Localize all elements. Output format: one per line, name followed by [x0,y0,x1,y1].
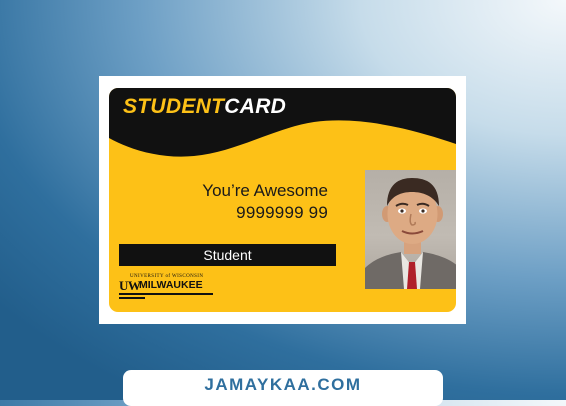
logo-rule-top [119,293,213,295]
portrait-photo-icon [365,170,456,289]
card-title: STUDENTCARD [123,95,286,119]
student-card: STUDENTCARD You’re Awesome 9999999 99 St… [109,88,456,312]
uw-milwaukee-logo: UNIVERSITY of WISCONSIN UW MILWAUKEE [119,274,219,304]
logo-initials: UW [119,278,141,293]
card-frame: STUDENTCARD You’re Awesome 9999999 99 St… [99,76,466,324]
logo-name: MILWAUKEE [139,279,203,291]
holder-name: You’re Awesome [202,181,328,200]
site-label: JAMAYKAA.COM [123,370,443,406]
site-name: JAMAYKAA.COM [204,375,362,394]
role-bar: Student [119,244,336,266]
card-title-card: CARD [224,95,287,118]
holder-id-number: 9999999 99 [236,203,328,222]
logo-rule-bottom [119,297,145,299]
card-title-student: STUDENT [123,95,225,118]
